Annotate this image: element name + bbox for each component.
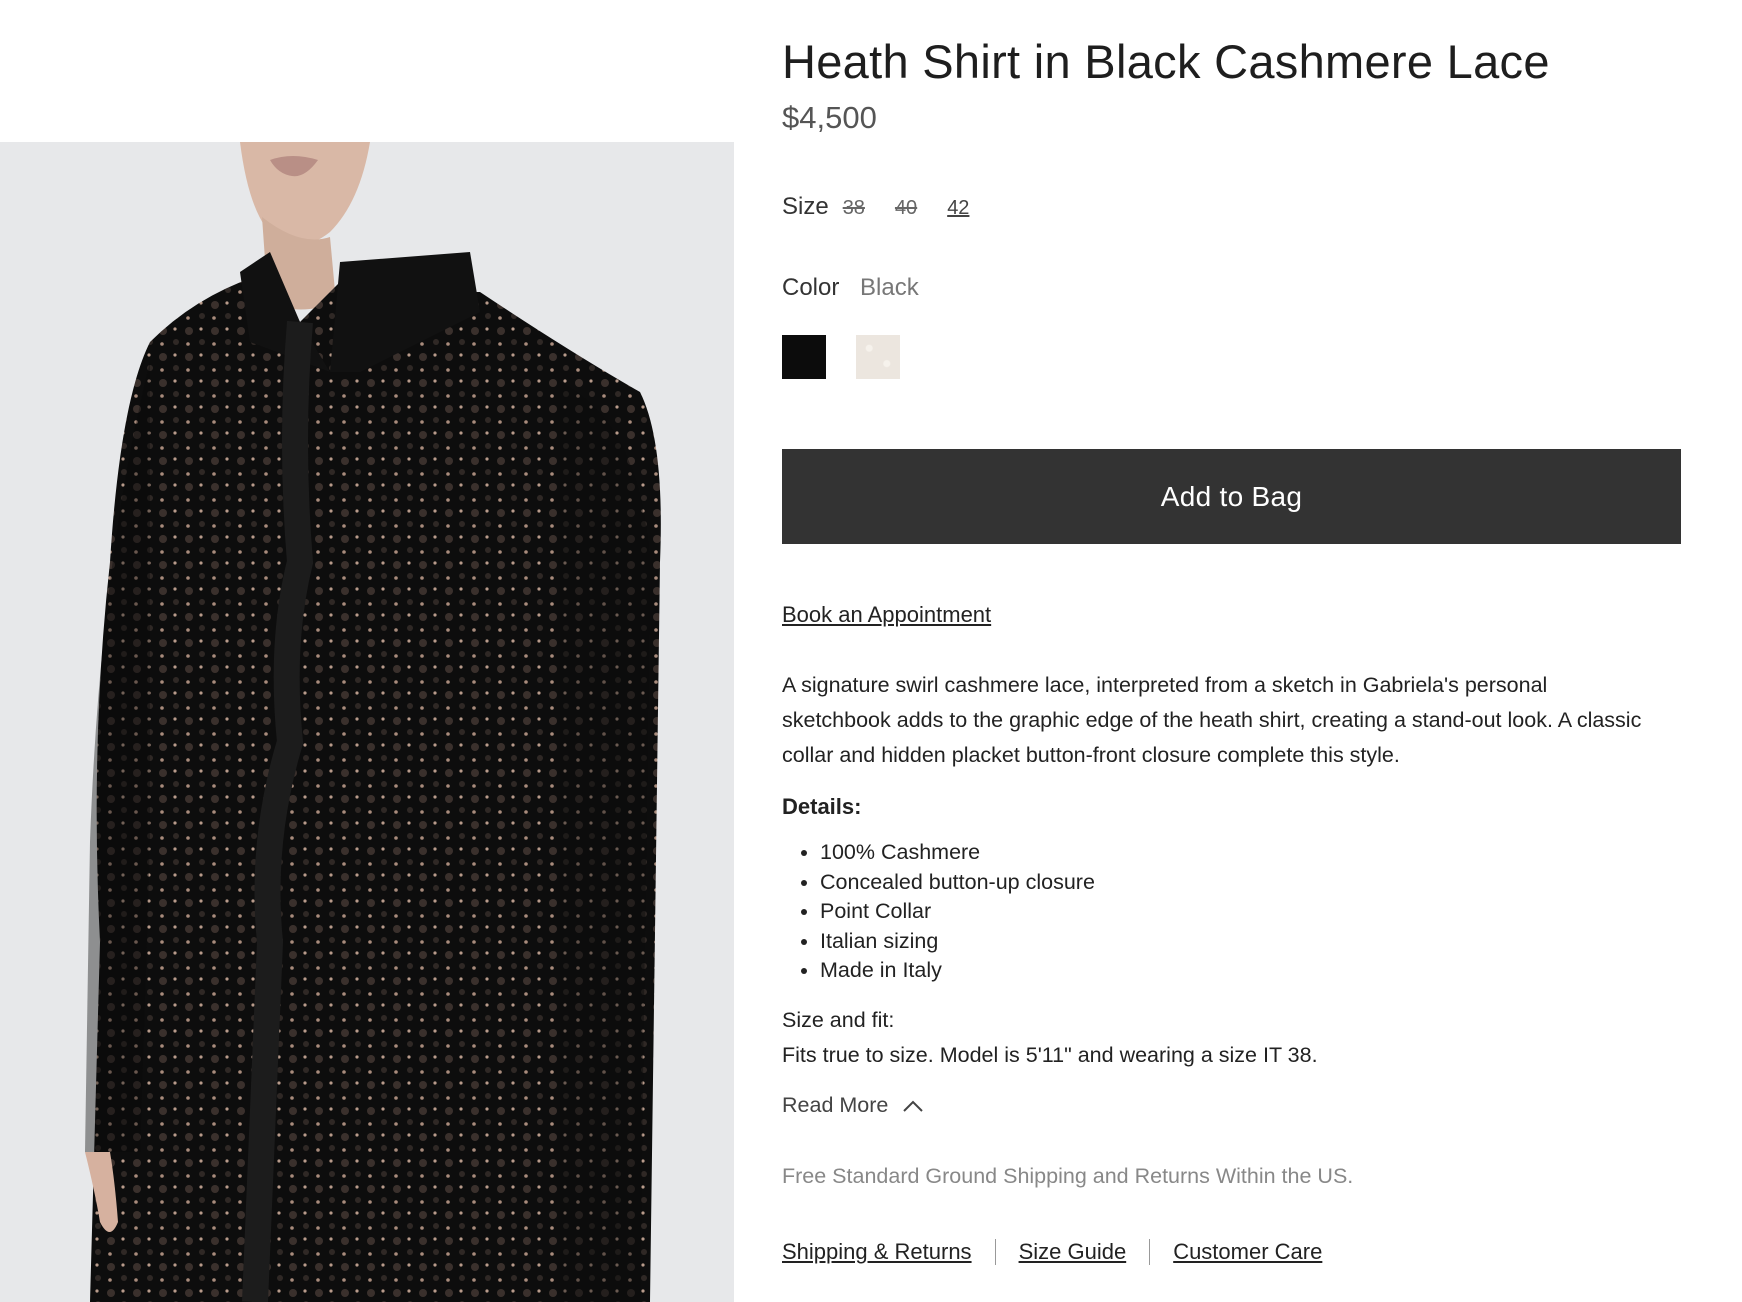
- color-label: Color: [782, 274, 840, 301]
- product-title: Heath Shirt in Black Cashmere Lace: [782, 35, 1550, 88]
- details-item: Made in Italy: [820, 956, 1095, 986]
- size-option-42[interactable]: 42: [947, 197, 969, 220]
- link-separator: [994, 1239, 996, 1265]
- swatch-black[interactable]: [782, 335, 826, 379]
- size-label: Size: [782, 193, 829, 220]
- details-item: Concealed button-up closure: [820, 868, 1095, 898]
- color-swatches: [782, 335, 900, 379]
- read-more-label: Read More: [782, 1093, 889, 1117]
- size-fit-text: Fits true to size. Model is 5'11" and we…: [782, 1043, 1318, 1067]
- color-selector: Color Black: [782, 274, 919, 302]
- size-fit-heading: Size and fit:: [782, 1008, 895, 1032]
- product-image: [0, 142, 734, 1302]
- details-list: 100% Cashmere Concealed button-up closur…: [782, 838, 1095, 986]
- chevron-up-icon: [903, 1100, 924, 1112]
- size-selector: Size 38 40 42: [782, 193, 999, 221]
- shipping-returns-link[interactable]: Shipping & Returns: [782, 1239, 972, 1265]
- size-guide-link[interactable]: Size Guide: [1019, 1239, 1127, 1265]
- details-item: Point Collar: [820, 897, 1095, 927]
- product-price: $4,500: [782, 100, 877, 135]
- link-separator: [1149, 1239, 1151, 1265]
- color-selected-value: Black: [860, 274, 919, 301]
- product-photo-illustration: [85, 142, 661, 1302]
- size-option-38[interactable]: 38: [843, 197, 865, 220]
- book-appointment-link[interactable]: Book an Appointment: [782, 602, 991, 628]
- details-item: Italian sizing: [820, 927, 1095, 957]
- size-option-40[interactable]: 40: [895, 197, 917, 220]
- swatch-ivory[interactable]: [856, 335, 900, 379]
- customer-care-link[interactable]: Customer Care: [1173, 1239, 1322, 1265]
- add-to-bag-button[interactable]: Add to Bag: [782, 449, 1681, 544]
- details-heading: Details:: [782, 794, 862, 819]
- product-description: A signature swirl cashmere lace, interpr…: [782, 673, 1642, 767]
- details-item: 100% Cashmere: [820, 838, 1095, 868]
- shipping-note: Free Standard Ground Shipping and Return…: [782, 1164, 1354, 1188]
- read-more-toggle[interactable]: Read More: [782, 1093, 924, 1118]
- footer-links: Shipping & Returns Size Guide Customer C…: [782, 1239, 1322, 1265]
